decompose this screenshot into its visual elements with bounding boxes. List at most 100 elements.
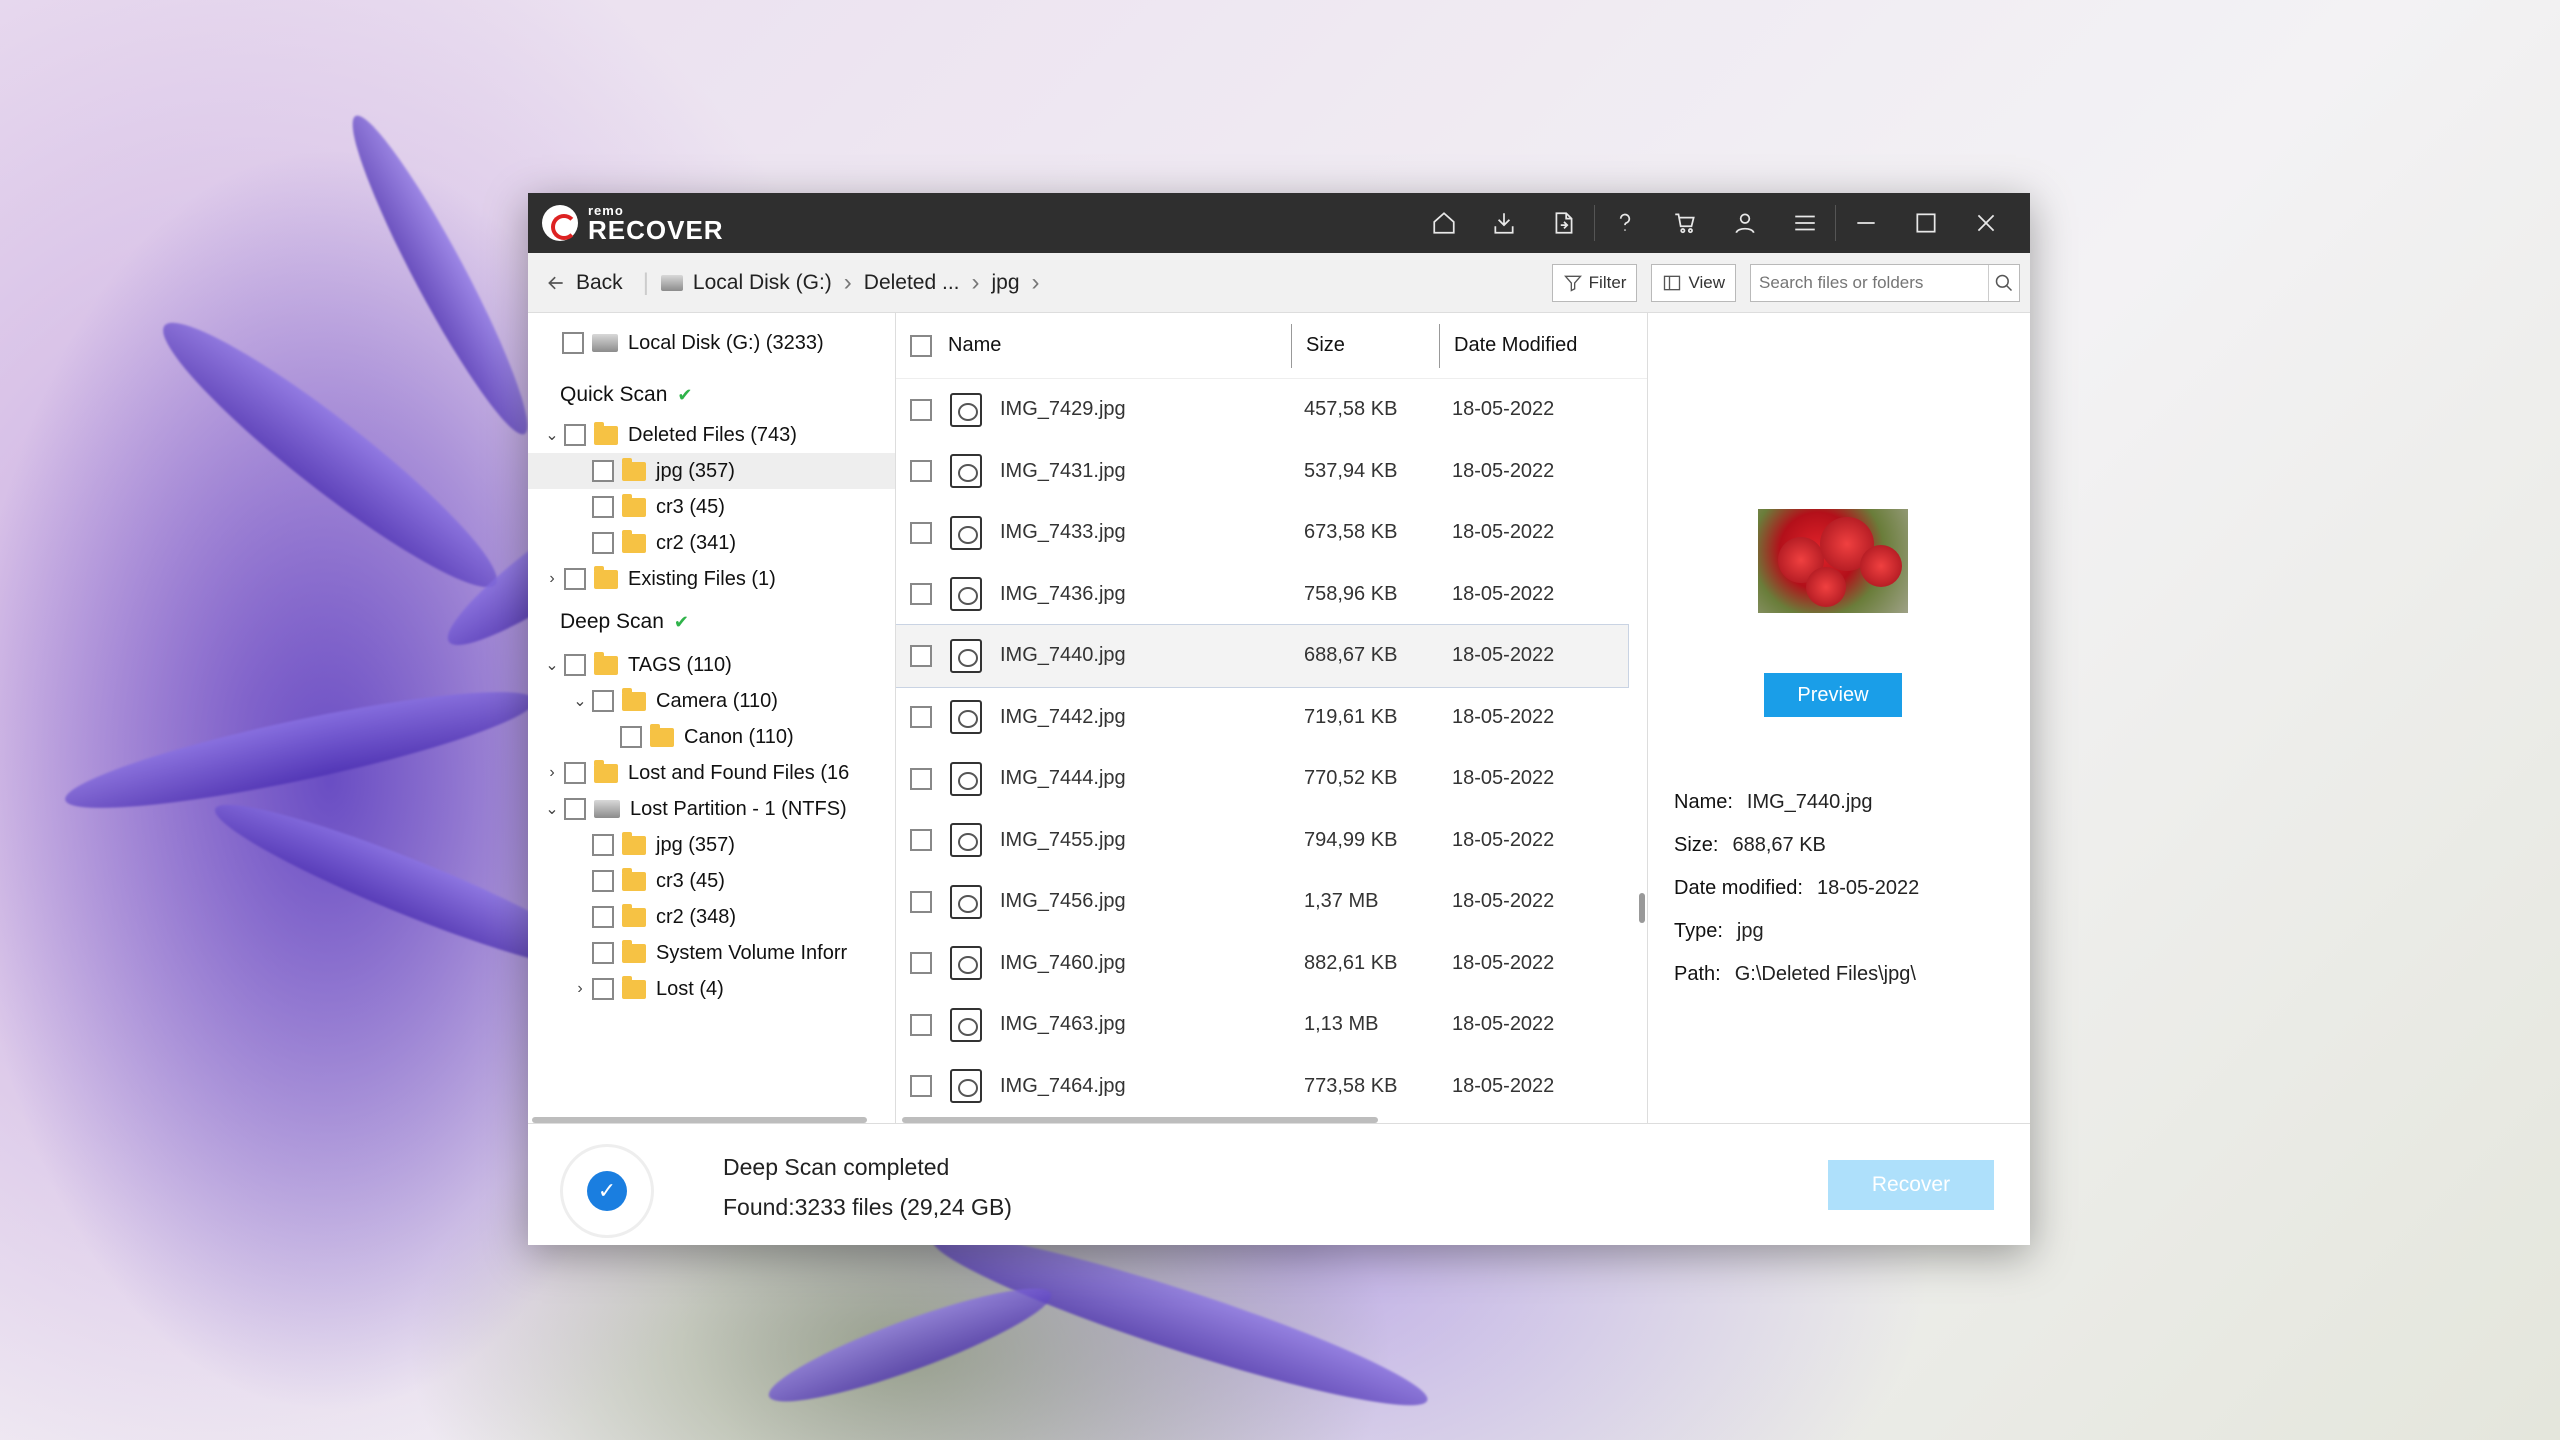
row-checkbox[interactable] xyxy=(910,521,932,544)
row-checkbox[interactable] xyxy=(910,767,932,790)
tree-item-label: Existing Files (1) xyxy=(628,567,776,590)
chevron-right-icon[interactable]: › xyxy=(540,764,564,782)
tree-checkbox[interactable] xyxy=(592,978,614,1000)
chevron-right-icon[interactable]: › xyxy=(568,980,592,998)
file-size: 773,58 KB xyxy=(1304,1074,1398,1097)
table-row[interactable]: IMG_7440.jpg 688,67 KB 18-05-2022 xyxy=(896,624,1629,688)
tree-item[interactable]: ⌄ TAGS (110) xyxy=(528,647,895,683)
tree-checkbox[interactable] xyxy=(592,870,614,892)
tree-checkbox[interactable] xyxy=(620,726,642,748)
user-icon[interactable] xyxy=(1715,193,1775,253)
tree-item[interactable]: › Lost (4) xyxy=(528,971,895,1007)
row-checkbox[interactable] xyxy=(910,398,932,421)
tree-item[interactable]: cr2 (348) xyxy=(528,899,895,935)
row-checkbox[interactable] xyxy=(910,952,932,975)
home-icon[interactable] xyxy=(1414,193,1474,253)
menu-icon[interactable] xyxy=(1775,193,1835,253)
folder-icon xyxy=(622,975,646,999)
tree-root[interactable]: Local Disk (G:) (3233) xyxy=(528,313,895,373)
navigation-bar: Back | Local Disk (G:) › Deleted ... › j… xyxy=(528,253,2030,313)
cart-icon[interactable] xyxy=(1655,193,1715,253)
chevron-down-icon[interactable]: ⌄ xyxy=(540,425,564,445)
tree-checkbox[interactable] xyxy=(564,424,586,446)
breadcrumb-jpg[interactable]: jpg xyxy=(992,271,1020,295)
tree-checkbox[interactable] xyxy=(562,332,584,354)
table-row[interactable]: IMG_7464.jpg 773,58 KB 18-05-2022 xyxy=(896,1056,1628,1118)
tree-item[interactable]: ⌄ Lost Partition - 1 (NTFS) xyxy=(528,791,895,827)
deep-scan-list: ⌄ TAGS (110) ⌄ Camera (110) Canon (110) › Lost… xyxy=(528,647,895,1007)
download-icon[interactable] xyxy=(1474,193,1534,253)
name-column-header[interactable]: Name xyxy=(896,323,1292,368)
image-file-icon xyxy=(950,700,982,735)
back-button[interactable]: Back xyxy=(538,271,631,295)
tree-checkbox[interactable] xyxy=(564,762,586,784)
view-button[interactable]: View xyxy=(1651,263,1736,302)
chevron-down-icon[interactable]: ⌄ xyxy=(568,691,592,711)
export-icon[interactable] xyxy=(1534,193,1594,253)
table-row[interactable]: IMG_7433.jpg 673,58 KB 18-05-2022 xyxy=(896,502,1628,564)
tree-checkbox[interactable] xyxy=(564,654,586,676)
recover-button[interactable]: Recover xyxy=(1828,1160,1994,1210)
size-column-header[interactable]: Size xyxy=(1292,323,1440,368)
select-all-checkbox[interactable] xyxy=(910,334,932,357)
tree-checkbox[interactable] xyxy=(592,942,614,964)
chevron-down-icon[interactable]: ⌄ xyxy=(540,655,564,675)
row-checkbox[interactable] xyxy=(910,460,932,483)
tree-item[interactable]: System Volume Inforr xyxy=(528,935,895,971)
drive-icon xyxy=(592,334,618,352)
tree-item[interactable]: jpg (357) xyxy=(528,453,895,489)
tree-item[interactable]: ⌄ Camera (110) xyxy=(528,683,895,719)
tree-item[interactable]: › Lost and Found Files (16 xyxy=(528,755,895,791)
row-checkbox[interactable] xyxy=(910,1013,932,1036)
table-row[interactable]: IMG_7436.jpg 758,96 KB 18-05-2022 xyxy=(896,564,1628,626)
list-vertical-scrollbar[interactable] xyxy=(1639,893,1645,923)
search-icon[interactable] xyxy=(1988,264,2019,301)
table-row[interactable]: IMG_7460.jpg 882,61 KB 18-05-2022 xyxy=(896,933,1628,995)
table-row[interactable]: IMG_7429.jpg 457,58 KB 18-05-2022 xyxy=(896,379,1628,441)
tree-item-label: Lost and Found Files (16 xyxy=(628,761,850,784)
tree-checkbox[interactable] xyxy=(592,532,614,554)
tree-item[interactable]: › Existing Files (1) xyxy=(528,561,895,597)
tree-checkbox[interactable] xyxy=(564,568,586,590)
tree-checkbox[interactable] xyxy=(592,496,614,518)
row-checkbox[interactable] xyxy=(910,1075,932,1098)
row-checkbox[interactable] xyxy=(910,583,932,606)
maximize-icon[interactable] xyxy=(1896,193,1956,253)
size-prop-value: 688,67 KB xyxy=(1732,834,1826,856)
tree-item[interactable]: cr2 (341) xyxy=(528,525,895,561)
tree-item[interactable]: jpg (357) xyxy=(528,827,895,863)
tree-item[interactable]: ⌄ Deleted Files (743) xyxy=(528,417,895,453)
file-size: 673,58 KB xyxy=(1304,521,1398,544)
tree-checkbox[interactable] xyxy=(564,798,586,820)
date-column-header[interactable]: Date Modified xyxy=(1440,334,1577,357)
tree-checkbox[interactable] xyxy=(592,906,614,928)
close-icon[interactable] xyxy=(1956,193,2016,253)
tree-item[interactable]: Canon (110) xyxy=(528,719,895,755)
tree-item[interactable]: cr3 (45) xyxy=(528,863,895,899)
breadcrumb-local-disk[interactable]: Local Disk (G:) xyxy=(693,271,832,295)
folder-icon xyxy=(622,939,646,963)
row-checkbox[interactable] xyxy=(910,829,932,852)
tree-checkbox[interactable] xyxy=(592,460,614,482)
quick-scan-header: Quick Scan ✔ xyxy=(528,373,895,417)
tree-checkbox[interactable] xyxy=(592,690,614,712)
row-checkbox[interactable] xyxy=(910,644,932,667)
filter-button[interactable]: Filter xyxy=(1551,263,1638,302)
table-row[interactable]: IMG_7455.jpg 794,99 KB 18-05-2022 xyxy=(896,810,1628,872)
row-checkbox[interactable] xyxy=(910,706,932,729)
chevron-right-icon[interactable]: › xyxy=(540,570,564,588)
table-row[interactable]: IMG_7431.jpg 537,94 KB 18-05-2022 xyxy=(896,441,1628,503)
table-row[interactable]: IMG_7444.jpg 770,52 KB 18-05-2022 xyxy=(896,748,1628,810)
help-icon[interactable] xyxy=(1595,193,1655,253)
table-row[interactable]: IMG_7442.jpg 719,61 KB 18-05-2022 xyxy=(896,687,1628,749)
search-input[interactable] xyxy=(1751,264,1988,301)
row-checkbox[interactable] xyxy=(910,890,932,913)
minimize-icon[interactable] xyxy=(1836,193,1896,253)
table-row[interactable]: IMG_7456.jpg 1,37 MB 18-05-2022 xyxy=(896,871,1628,933)
breadcrumb-deleted[interactable]: Deleted ... xyxy=(864,271,960,295)
chevron-down-icon[interactable]: ⌄ xyxy=(540,799,564,819)
preview-button[interactable]: Preview xyxy=(1764,673,1902,717)
tree-checkbox[interactable] xyxy=(592,834,614,856)
table-row[interactable]: IMG_7463.jpg 1,13 MB 18-05-2022 xyxy=(896,994,1628,1056)
tree-item[interactable]: cr3 (45) xyxy=(528,489,895,525)
